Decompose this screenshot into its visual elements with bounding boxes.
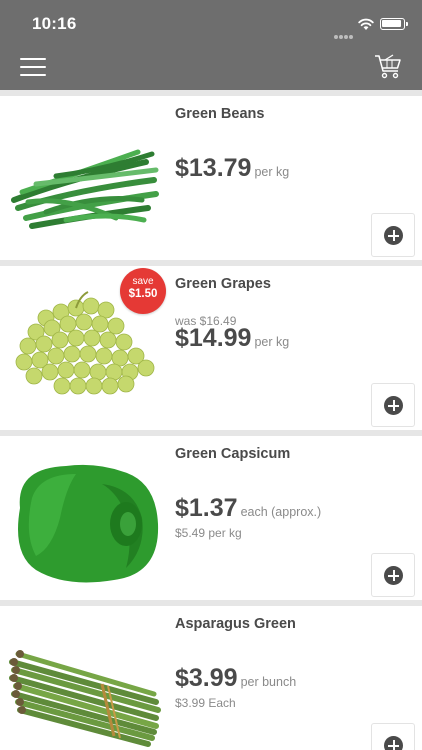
product-card[interactable]: Green Capsicum $1.37 each (approx.) $5.49… [0, 436, 422, 600]
price-unit: each (approx.) [240, 505, 322, 519]
price-row: $3.99 per bunch [175, 664, 296, 693]
product-price: $14.99 [175, 324, 252, 352]
product-list[interactable]: Green Beans $13.79 per kg save $1.50 Gree… [0, 90, 422, 750]
plus-circle-icon [384, 396, 403, 415]
save-label: save [132, 276, 154, 287]
product-card[interactable]: save $1.50 Green Grapes was $16.49 $14.9… [0, 266, 422, 430]
status-bar: 10:16 [0, 0, 422, 46]
secondary-price: $3.99 Each [175, 696, 236, 710]
add-to-cart-button[interactable] [371, 723, 415, 750]
product-price: $13.79 [175, 154, 252, 182]
product-price: $1.37 [175, 494, 238, 522]
signal-icon [334, 26, 354, 39]
product-price: $3.99 [175, 664, 238, 692]
add-to-cart-button[interactable] [371, 213, 415, 257]
wifi-icon [358, 18, 374, 30]
price-row: $14.99 per kg [175, 324, 289, 353]
cart-icon[interactable] [374, 54, 402, 80]
plus-circle-icon [384, 226, 403, 245]
price-row: $13.79 per kg [175, 154, 289, 183]
product-name: Green Beans [175, 106, 265, 122]
asparagus-image [9, 650, 161, 747]
app-header: 10:16 [0, 0, 422, 90]
hamburger-menu-icon[interactable] [20, 58, 46, 76]
price-unit: per kg [254, 335, 290, 349]
green-beans-image [11, 149, 159, 229]
battery-icon [380, 18, 408, 30]
product-name: Green Grapes [175, 276, 271, 292]
plus-circle-icon [384, 566, 403, 585]
product-card[interactable]: Green Beans $13.79 per kg [0, 96, 422, 260]
price-row: $1.37 each (approx.) [175, 494, 321, 523]
price-unit: per kg [254, 165, 290, 179]
product-name: Asparagus Green [175, 616, 296, 632]
status-time: 10:16 [32, 14, 77, 33]
add-to-cart-button[interactable] [371, 383, 415, 427]
price-unit: per bunch [240, 675, 297, 689]
save-badge: save $1.50 [120, 268, 166, 314]
green-capsicum-image [18, 464, 159, 583]
plus-circle-icon [384, 736, 403, 750]
add-to-cart-button[interactable] [371, 553, 415, 597]
secondary-price: $5.49 per kg [175, 526, 242, 540]
product-name: Green Capsicum [175, 446, 291, 462]
save-amount: $1.50 [128, 288, 158, 300]
product-card[interactable]: Asparagus Green $3.99 per bunch $3.99 Eac… [0, 606, 422, 750]
